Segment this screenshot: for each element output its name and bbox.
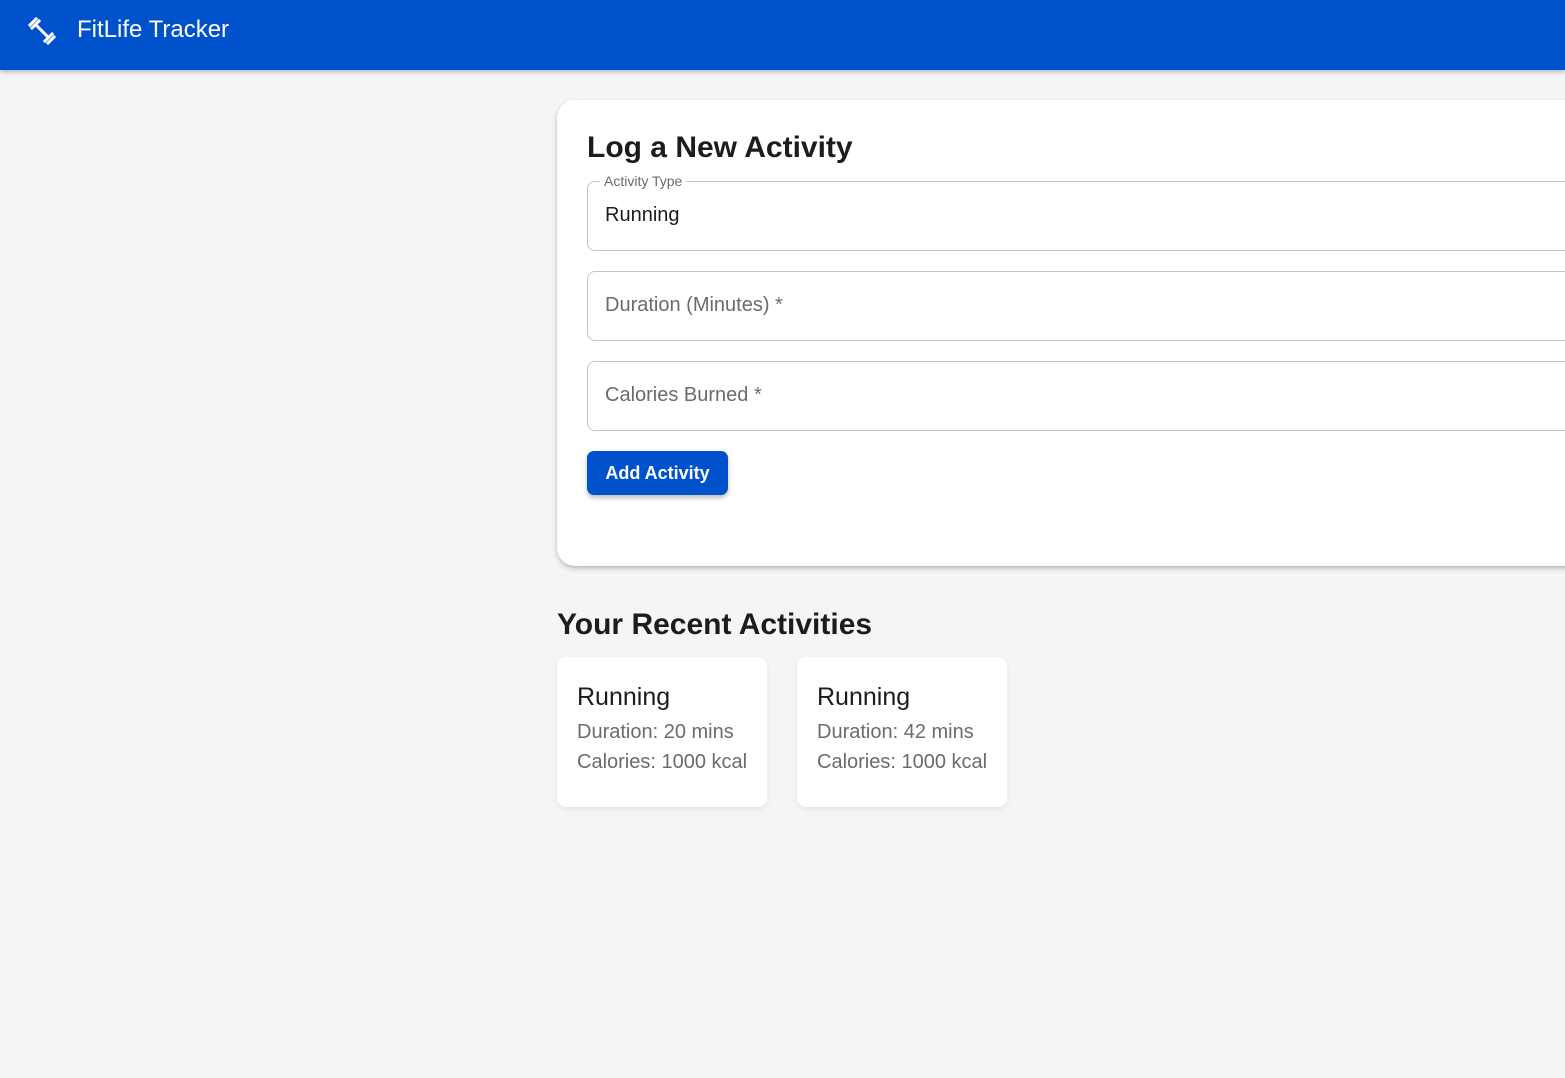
activity-calories: Calories: 1000 kcal [817,751,988,773]
duration-placeholder: Duration (Minutes) * [605,294,783,316]
activity-card: Running Duration: 42 mins Calories: 1000… [797,657,1007,807]
log-activity-card: Log a New Activity Activity Type Running… [557,100,1565,566]
activity-duration: Duration: 20 mins [577,721,734,743]
activity-calories: Calories: 1000 kcal [577,751,748,773]
activity-duration: Duration: 42 mins [817,721,974,743]
dumbbell-icon [27,16,57,46]
activity-type-value: Running [605,204,680,226]
duration-input[interactable]: Duration (Minutes) * [587,271,1565,341]
form-title: Log a New Activity [587,131,853,164]
calories-input[interactable]: Calories Burned * [587,361,1565,431]
activity-type-select[interactable]: Activity Type Running [587,173,1565,251]
activity-card: Running Duration: 20 mins Calories: 1000… [557,657,767,807]
calories-placeholder: Calories Burned * [605,384,762,406]
activity-name: Running [577,683,671,711]
app-bar: FitLife Tracker [0,0,1565,70]
app-title: FitLife Tracker [77,16,230,43]
activity-type-label: Activity Type [600,173,687,189]
activity-name: Running [817,683,911,711]
add-activity-button[interactable]: Add Activity [587,451,728,495]
recent-activities-title: Your Recent Activities [557,608,873,641]
